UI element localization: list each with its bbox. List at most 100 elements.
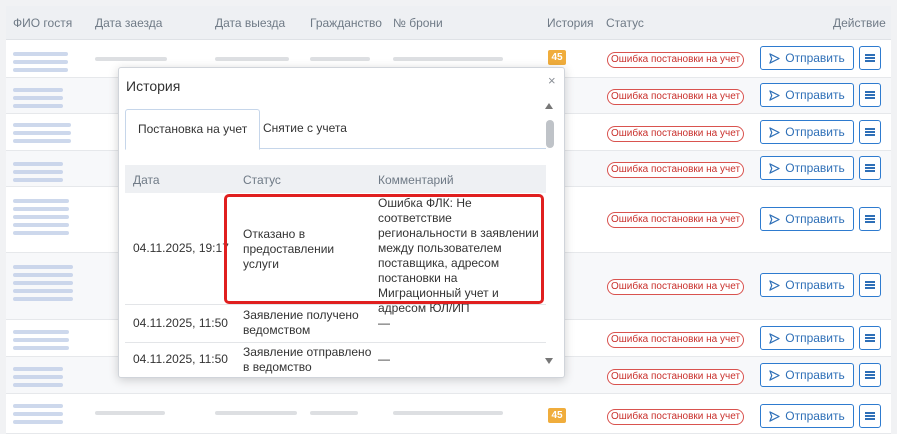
- paper-plane-icon: [769, 126, 780, 138]
- row-menu-button[interactable]: [859, 83, 881, 107]
- booking-redacted: [393, 407, 503, 419]
- hamburger-icon: [865, 128, 875, 136]
- row-menu-button[interactable]: [859, 207, 881, 231]
- citizenship-redacted: [310, 407, 358, 419]
- guest-name-redacted[interactable]: [13, 84, 63, 112]
- arrival-redacted: [95, 407, 165, 419]
- hamburger-icon: [865, 334, 875, 342]
- status-badge: Ошибка постановки на учет: [607, 409, 744, 425]
- row-menu-button[interactable]: [859, 404, 881, 428]
- hamburger-icon: [865, 54, 875, 62]
- table-header: ФИО гостя Дата заезда Дата выезда Гражда…: [6, 6, 891, 40]
- send-button-label: Отправить: [785, 409, 845, 423]
- paper-plane-icon: [769, 279, 780, 291]
- paper-plane-icon: [769, 369, 780, 381]
- send-button[interactable]: Отправить: [760, 363, 854, 387]
- status-badge: Ошибка постановки на учет: [607, 212, 744, 228]
- paper-plane-icon: [769, 162, 780, 174]
- status-badge: Ошибка постановки на учет: [607, 369, 744, 385]
- history-comment: —: [378, 316, 390, 330]
- hamburger-icon: [865, 281, 875, 289]
- scroll-up-arrow-icon[interactable]: [545, 103, 553, 109]
- send-button[interactable]: Отправить: [760, 156, 854, 180]
- send-button-label: Отправить: [785, 212, 845, 226]
- red-highlight-box: [224, 194, 544, 304]
- header-citizenship[interactable]: Гражданство: [310, 16, 382, 30]
- history-status: Заявление получено ведомством: [243, 308, 359, 337]
- guest-name-redacted[interactable]: [13, 261, 73, 305]
- send-button-label: Отправить: [785, 331, 845, 345]
- paper-plane-icon: [769, 410, 780, 422]
- header-status[interactable]: Статус: [606, 16, 644, 30]
- modal-title: История: [126, 78, 181, 94]
- guest-name-redacted[interactable]: [13, 326, 69, 354]
- hamburger-icon: [865, 412, 875, 420]
- header-arrival[interactable]: Дата заезда: [95, 16, 162, 30]
- row-menu-button[interactable]: [859, 156, 881, 180]
- hamburger-icon: [865, 371, 875, 379]
- tab-deregistration[interactable]: Снятие с учета: [251, 109, 359, 149]
- status-badge: Ошибка постановки на учет: [607, 332, 744, 348]
- status-badge: Ошибка постановки на учет: [607, 162, 744, 178]
- send-button[interactable]: Отправить: [760, 46, 854, 70]
- send-button-label: Отправить: [785, 278, 845, 292]
- history-date: 04.11.2025, 11:50: [133, 316, 228, 330]
- paper-plane-icon: [769, 52, 780, 64]
- status-badge: Ошибка постановки на учет: [607, 126, 744, 142]
- hamburger-icon: [865, 164, 875, 172]
- guest-name-redacted[interactable]: [13, 48, 68, 76]
- row-menu-button[interactable]: [859, 273, 881, 297]
- history-tabs: Постановка на учет Снятие с учета: [125, 109, 546, 150]
- send-button[interactable]: Отправить: [760, 120, 854, 144]
- status-badge: Ошибка постановки на учет: [607, 89, 744, 105]
- send-button-label: Отправить: [785, 88, 845, 102]
- send-button-label: Отправить: [785, 368, 845, 382]
- row-menu-button[interactable]: [859, 326, 881, 350]
- history-header-status: Статус: [243, 173, 281, 187]
- citizenship-redacted: [310, 53, 370, 65]
- send-button-label: Отправить: [785, 125, 845, 139]
- history-row: 04.11.2025, 11:50 Заявление отправлено в…: [125, 343, 546, 377]
- departure-redacted: [215, 53, 289, 65]
- paper-plane-icon: [769, 213, 780, 225]
- send-button-label: Отправить: [785, 51, 845, 65]
- table-row: 45 Ошибка постановки на учет Отправить: [6, 394, 891, 434]
- paper-plane-icon: [769, 89, 780, 101]
- send-button[interactable]: Отправить: [760, 273, 854, 297]
- close-icon[interactable]: ×: [548, 73, 556, 88]
- status-badge: Ошибка постановки на учет: [607, 52, 744, 68]
- history-date: 04.11.2025, 11:50: [133, 352, 228, 366]
- guest-name-redacted[interactable]: [13, 158, 63, 186]
- send-button[interactable]: Отправить: [760, 207, 854, 231]
- header-booking[interactable]: № брони: [393, 16, 443, 30]
- header-departure[interactable]: Дата выезда: [215, 16, 285, 30]
- history-count-badge[interactable]: 45: [548, 408, 566, 423]
- scroll-down-arrow-icon[interactable]: [545, 358, 553, 364]
- send-button[interactable]: Отправить: [760, 326, 854, 350]
- row-menu-button[interactable]: [859, 120, 881, 144]
- status-badge: Ошибка постановки на учет: [607, 279, 744, 295]
- history-table-header: Дата Статус Комментарий: [125, 165, 546, 193]
- history-comment: —: [378, 352, 390, 366]
- header-history: История: [547, 16, 594, 30]
- tab-registration[interactable]: Постановка на учет: [125, 109, 261, 150]
- header-guest[interactable]: ФИО гостя: [13, 16, 72, 30]
- guest-name-redacted[interactable]: [13, 400, 63, 428]
- send-button[interactable]: Отправить: [760, 404, 854, 428]
- history-status: Заявление отправлено в ведомство: [243, 345, 372, 374]
- history-count-badge[interactable]: 45: [548, 50, 566, 65]
- history-row: 04.11.2025, 11:50 Заявление получено вед…: [125, 305, 546, 343]
- guest-name-redacted[interactable]: [13, 119, 71, 147]
- send-button[interactable]: Отправить: [760, 83, 854, 107]
- history-header-date: Дата: [133, 173, 160, 187]
- scrollbar-thumb[interactable]: [546, 120, 554, 148]
- row-menu-button[interactable]: [859, 363, 881, 387]
- departure-redacted: [215, 407, 297, 419]
- hamburger-icon: [865, 215, 875, 223]
- guest-name-redacted[interactable]: [13, 363, 63, 391]
- row-menu-button[interactable]: [859, 46, 881, 70]
- arrival-redacted: [95, 53, 167, 65]
- guest-name-redacted[interactable]: [13, 195, 69, 239]
- booking-redacted: [393, 53, 503, 65]
- send-button-label: Отправить: [785, 161, 845, 175]
